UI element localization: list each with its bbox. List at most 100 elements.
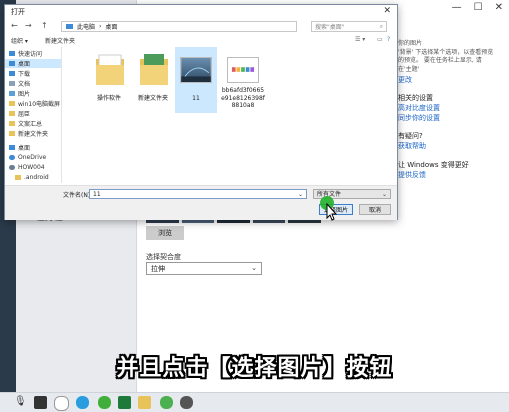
sidebar-item-label: 快速访问 — [18, 51, 43, 58]
back-button[interactable]: ← — [11, 21, 18, 30]
file-name: 操作软件 — [96, 95, 121, 102]
sidebar-item-label: 文案汇总 — [18, 121, 43, 128]
up-button[interactable]: ↑ — [41, 21, 48, 30]
sidebar-item-documents[interactable]: 文档 — [9, 79, 30, 88]
user-icon — [9, 165, 15, 170]
mouse-cursor-icon — [326, 203, 338, 221]
cancel-button[interactable]: 取消 — [359, 204, 391, 215]
minimize-button[interactable]: — — [452, 2, 462, 13]
change-link[interactable]: 更改 — [398, 75, 508, 85]
cortana-icon[interactable]: 🎙 — [14, 396, 27, 409]
folder-icon — [15, 175, 21, 180]
folder-icon — [9, 101, 15, 106]
navigation-pane: 快速访问 桌面 下载 文档 图片 win10电脑截屏 屈臣 文案汇总 新建文件夹… — [5, 47, 62, 183]
sidebar-item-label: win10电脑截屏 — [18, 101, 61, 108]
filename-input[interactable]: 11 ⌄ — [89, 189, 307, 199]
chevron-down-icon[interactable]: ⌄ — [298, 190, 303, 199]
picture-icon — [9, 91, 15, 96]
folder-icon[interactable] — [138, 396, 151, 409]
sidebar-item-label: 桌面 — [18, 145, 31, 152]
download-icon — [9, 71, 15, 76]
sidebar-item-label: 屈臣 — [18, 111, 31, 118]
file-name: 新建文件夹 — [137, 95, 168, 102]
help-icon[interactable]: ? — [387, 36, 390, 43]
folder-icon — [9, 121, 15, 126]
breadcrumb-desktop[interactable]: 桌面 — [105, 22, 117, 31]
pane-icon[interactable]: ▭ — [377, 36, 383, 43]
desktop-icon — [9, 61, 15, 66]
excel-icon[interactable] — [118, 396, 131, 409]
chevron-down-icon: ⌄ — [251, 264, 257, 272]
forward-button[interactable]: → — [25, 21, 32, 30]
sidebar-item-user[interactable]: HOW004 — [9, 163, 45, 172]
filename-label: 文件名(N): — [63, 192, 93, 199]
settings-side-panel: 你的图片 '背景' 下选择某个选项，以查看预览 的预览。 要在任务栏上显示, 请… — [398, 40, 508, 180]
breadcrumb-pc[interactable]: 此电脑 — [77, 22, 95, 31]
file-list: 操作软件 新建文件夹 11 bb6afd3f0665e91e8126398f88… — [65, 47, 393, 183]
folder-icon — [96, 54, 124, 85]
close-button[interactable]: ✕ — [495, 2, 503, 13]
settings-icon[interactable] — [180, 396, 193, 409]
image-thumbnail — [227, 57, 259, 83]
dialog-footer: 文件名(N): 11 ⌄ 所有文件 ⌄ 选择图片 取消 — [5, 185, 397, 220]
window-controls: — ☐ ✕ — [452, 2, 503, 13]
side-text: 在'主题' — [398, 66, 420, 74]
file-item-folder[interactable]: 操作软件 — [89, 47, 129, 113]
open-file-dialog: 打开 ✕ ← → ↑ 此电脑 › 桌面 搜索"桌面" ⌕ 组织 ▾ 新建文件夹 … — [4, 4, 398, 220]
cloud-icon — [9, 155, 15, 160]
taskbar: 🎙 — [0, 392, 509, 412]
search-input[interactable]: 搜索"桌面" ⌕ — [311, 21, 387, 32]
file-item-image[interactable]: bb6afd3f0665e91e8126398f8810a8 — [221, 47, 265, 113]
sidebar-item-desktop-root[interactable]: 桌面 — [9, 143, 30, 152]
image-thumbnail — [180, 57, 212, 83]
file-item-image-selected[interactable]: 11 — [175, 47, 217, 113]
file-item-folder[interactable]: 新建文件夹 — [133, 47, 173, 113]
sidebar-item-pictures[interactable]: 图片 — [9, 89, 30, 98]
sidebar-item-folder[interactable]: win10电脑截屏 — [9, 99, 60, 108]
dialog-toolbar: 组织 ▾ 新建文件夹 ☰ ▾ ▭ ? — [5, 35, 397, 46]
sidebar-item-label: 新建文件夹 — [18, 131, 49, 138]
sidebar-item-label: .android — [24, 174, 49, 181]
app-icon[interactable] — [54, 396, 69, 411]
sidebar-item-folder[interactable]: .android — [15, 173, 49, 182]
star-icon — [9, 51, 15, 56]
app3-icon[interactable] — [160, 396, 173, 409]
browse-button[interactable]: 浏览 — [146, 226, 184, 240]
fit-value: 拉伸 — [151, 264, 165, 273]
feedback-link[interactable]: 提供反馈 — [398, 170, 508, 180]
app2-icon[interactable] — [98, 396, 111, 409]
address-bar[interactable]: 此电脑 › 桌面 — [61, 21, 297, 32]
high-contrast-link[interactable]: 高对比度设置 — [398, 103, 508, 113]
fit-dropdown[interactable]: 拉伸 ⌄ — [146, 262, 262, 275]
pc-icon — [66, 24, 73, 29]
organize-button[interactable]: 组织 ▾ — [11, 36, 28, 45]
maximize-button[interactable]: ☐ — [474, 2, 483, 13]
desktop-icon — [9, 145, 15, 150]
sidebar-item-folder[interactable]: 文案汇总 — [9, 119, 42, 128]
sync-settings-link[interactable]: 同步你的设置 — [398, 113, 508, 123]
new-folder-button[interactable]: 新建文件夹 — [45, 36, 75, 45]
get-help-link[interactable]: 获取帮助 — [398, 141, 508, 151]
taskview-icon[interactable] — [34, 396, 47, 409]
dialog-close-button[interactable]: ✕ — [383, 6, 391, 16]
address-bar-row: ← → ↑ 此电脑 › 桌面 搜索"桌面" ⌕ — [5, 19, 397, 35]
browser-icon[interactable] — [76, 396, 89, 409]
search-placeholder: 搜索"桌面" — [315, 24, 345, 31]
filename-value: 11 — [93, 191, 101, 198]
sidebar-item-quick-access[interactable]: 快速访问 — [9, 49, 42, 58]
sidebar-item-label: 图片 — [18, 91, 31, 98]
sidebar-item-label: 下载 — [18, 71, 31, 78]
chevron-down-icon: ⌄ — [381, 191, 387, 198]
sidebar-item-folder[interactable]: 新建文件夹 — [9, 129, 48, 138]
sidebar-item-downloads[interactable]: 下载 — [9, 69, 30, 78]
view-options-icon[interactable]: ☰ ▾ — [355, 36, 365, 43]
folder-icon — [9, 111, 15, 116]
sidebar-item-desktop[interactable]: 桌面 — [5, 59, 61, 68]
sidebar-item-folder[interactable]: 屈臣 — [9, 109, 30, 118]
sidebar-item-onedrive[interactable]: OneDrive — [9, 153, 46, 162]
file-name: bb6afd3f0665e91e8126398f8810a8 — [221, 87, 265, 109]
folder-icon — [140, 54, 168, 85]
sidebar-item-label: OneDrive — [18, 154, 47, 161]
document-icon — [9, 81, 15, 86]
tutorial-caption: 并且点击【选择图片】按钮 — [116, 356, 393, 381]
